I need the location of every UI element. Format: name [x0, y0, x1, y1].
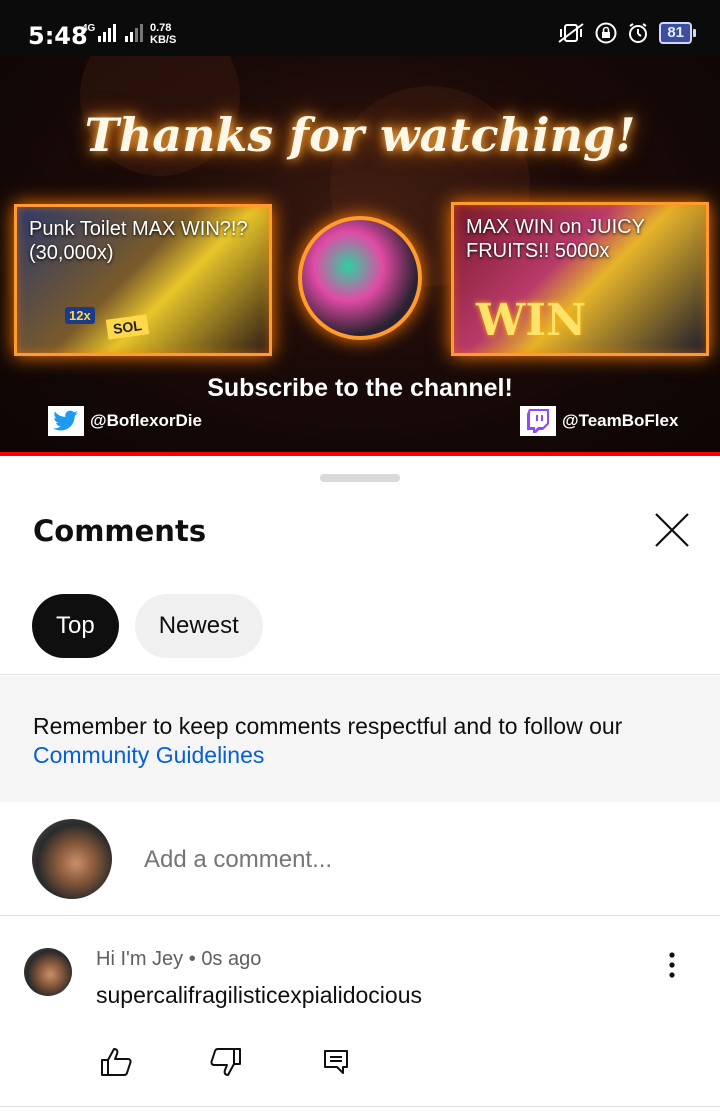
video-card-title: Punk Toilet MAX WIN?!? (30,000x): [29, 218, 248, 264]
status-bar: 5:48 4G 0.78 KB/S 81: [0, 0, 720, 56]
notice-text: Remember to keep comments respectful and…: [33, 713, 623, 739]
dislike-button[interactable]: [206, 1042, 246, 1082]
channel-subscribe-circle[interactable]: [298, 216, 422, 340]
network-speed: 0.78 KB/S: [150, 22, 176, 46]
comment-author[interactable]: Hi I'm Jey: [96, 948, 183, 970]
video-progress-bar[interactable]: [0, 452, 720, 456]
thumbs-down-icon: [210, 1048, 241, 1076]
reply-comment-icon: [324, 1050, 348, 1074]
lock-icon: [595, 22, 617, 44]
video-card-title: MAX WIN on JUICY FRUITS!! 5000x: [466, 216, 645, 262]
twitch-link[interactable]: @TeamBoFlex: [520, 406, 678, 436]
network-signal: 4G: [82, 23, 144, 42]
alarm-icon: [629, 23, 648, 43]
thumbnail-art: 12x: [65, 307, 95, 324]
twitch-handle: @TeamBoFlex: [562, 411, 679, 430]
sort-chip-top[interactable]: Top: [32, 594, 119, 658]
end-screen-title: Thanks for watching!: [84, 108, 636, 162]
comment-text: supercalifragilisticexpialidocious: [96, 982, 422, 1008]
more-vert-icon: [669, 952, 675, 978]
speed-value: 0.78: [150, 22, 172, 34]
twitter-handle: @BoflexorDie: [90, 411, 202, 430]
close-button[interactable]: [652, 510, 692, 550]
thumbnail-art: SOL: [105, 314, 149, 340]
comment-item: Hi I'm Jey • 0s ago supercalifragilistic…: [0, 916, 720, 1106]
video-player[interactable]: Thanks for watching! 12x SOL Punk Toilet…: [0, 56, 720, 454]
end-screen-video-card-right[interactable]: WIN MAX WIN on JUICY FRUITS!! 5000x: [451, 202, 709, 356]
comment-meta: Hi I'm Jey • 0s ago: [96, 948, 261, 971]
twitter-link[interactable]: @BoflexorDie: [48, 406, 202, 436]
reply-button[interactable]: [316, 1042, 356, 1082]
speed-unit: KB/S: [150, 34, 177, 46]
twitter-icon: [48, 406, 84, 436]
comment-time: 0s ago: [201, 948, 262, 970]
comment-more-button[interactable]: [660, 950, 684, 980]
avatar: [32, 819, 112, 899]
notice-text-block: Remember to keep comments respectful and…: [33, 712, 693, 770]
subscribe-text: Subscribe to the channel!: [207, 374, 513, 402]
signal-bars-icon: [98, 24, 117, 42]
twitch-icon: [520, 406, 556, 436]
community-guidelines-link[interactable]: Community Guidelines: [33, 742, 264, 768]
comment-actions: [96, 1042, 356, 1082]
divider: [0, 1106, 720, 1107]
video-progress-fill: [0, 452, 720, 456]
thumbs-up-icon: [101, 1048, 132, 1076]
status-time: 5:48: [28, 22, 88, 50]
sort-chips: Top Newest: [32, 594, 263, 658]
add-comment-row: [0, 802, 720, 916]
vibrate-mute-icon: [558, 23, 584, 43]
like-button[interactable]: [96, 1042, 136, 1082]
signal-bars-secondary-icon: [125, 24, 144, 42]
meta-separator: •: [188, 948, 196, 970]
status-icons: 81: [557, 22, 696, 44]
divider: [0, 674, 720, 675]
community-notice: Remember to keep comments respectful and…: [0, 676, 720, 802]
drag-handle[interactable]: [320, 474, 400, 482]
comments-panel: Comments Top Newest Remember to keep com…: [0, 458, 720, 1111]
add-comment-input[interactable]: [144, 846, 664, 874]
close-icon: [655, 513, 689, 547]
battery-icon: 81: [659, 22, 696, 44]
sort-chip-newest[interactable]: Newest: [134, 594, 263, 658]
comments-title: Comments: [33, 514, 207, 548]
network-type: 4G: [82, 23, 96, 34]
thumbnail-art: WIN: [476, 295, 587, 346]
end-screen-video-card-left[interactable]: 12x SOL Punk Toilet MAX WIN?!? (30,000x): [14, 204, 272, 356]
